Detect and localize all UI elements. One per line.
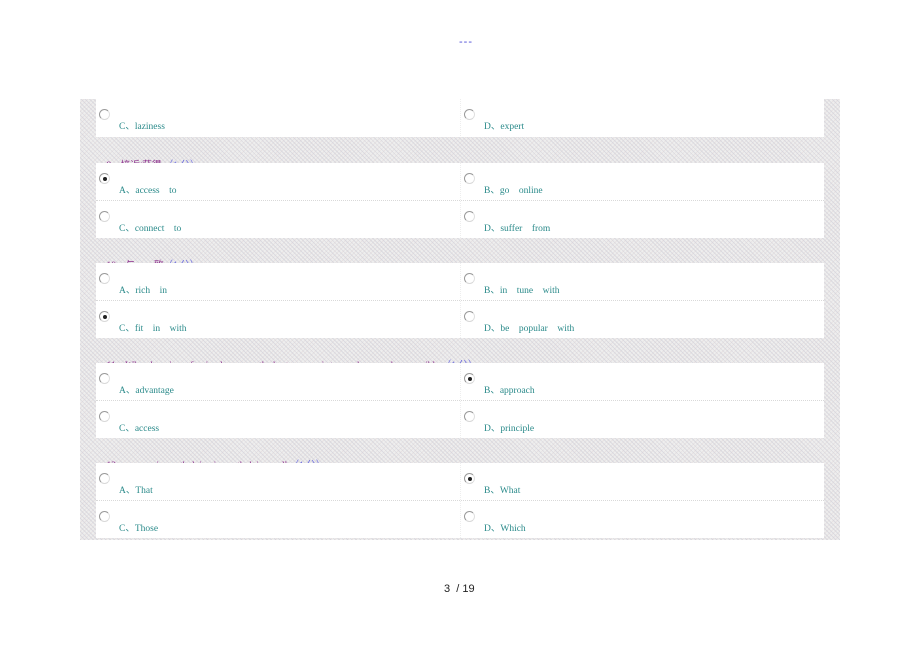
option-label: D、principle	[484, 424, 535, 434]
option-d[interactable]: D、Which	[460, 501, 825, 538]
option-row: A、rich in B、in tune with	[96, 263, 824, 300]
quiz-panel: C、laziness D、expert 9、接近/获得 （1 分） A、acce…	[80, 99, 840, 540]
option-b[interactable]: B、go online	[460, 163, 825, 200]
radio-button[interactable]	[99, 511, 110, 522]
option-label: D、Which	[484, 524, 526, 534]
radio-button[interactable]	[464, 411, 475, 422]
option-row: C、connect to D、suffer from	[96, 200, 824, 238]
option-row: A、advantage B、approach	[96, 363, 824, 400]
option-label: C、access	[119, 424, 160, 434]
option-d[interactable]: D、principle	[460, 401, 825, 438]
option-row: C、fit in with D、be popular with	[96, 300, 824, 338]
option-label: A、access to	[119, 186, 177, 196]
page-header-mark: ---	[459, 36, 473, 48]
question-10-options: A、rich in B、in tune with C、fit in with D…	[96, 263, 824, 338]
option-a[interactable]: A、advantage	[96, 363, 460, 400]
question-11-options: A、advantage B、approach C、access D、princi…	[96, 363, 824, 438]
option-row: C、access D、principle	[96, 400, 824, 438]
option-b[interactable]: B、approach	[460, 363, 825, 400]
radio-button[interactable]	[464, 109, 475, 120]
radio-button[interactable]	[99, 211, 110, 222]
radio-button-checked[interactable]	[99, 173, 110, 184]
radio-button[interactable]	[99, 273, 110, 284]
radio-button-checked[interactable]	[464, 373, 475, 384]
radio-button[interactable]	[99, 473, 110, 484]
question-9-options: A、access to B、go online C、connect to D、s…	[96, 163, 824, 238]
option-a[interactable]: A、rich in	[96, 263, 460, 300]
option-c[interactable]: C、laziness	[96, 99, 460, 136]
option-label: B、What	[484, 486, 521, 496]
option-label: C、fit in with	[119, 324, 187, 334]
radio-button[interactable]	[464, 511, 475, 522]
radio-button-checked[interactable]	[99, 311, 110, 322]
option-c[interactable]: C、access	[96, 401, 460, 438]
option-c[interactable]: C、fit in with	[96, 301, 460, 338]
option-row: A、That B、What	[96, 463, 824, 500]
option-row: C、laziness D、expert	[96, 99, 824, 136]
radio-button[interactable]	[99, 109, 110, 120]
option-row: C、Those D、Which	[96, 500, 824, 538]
option-label: A、That	[119, 486, 153, 496]
question-12-options: A、That B、What C、Those D、Which	[96, 463, 824, 538]
radio-button[interactable]	[464, 311, 475, 322]
option-label: D、be popular with	[484, 324, 575, 334]
option-d[interactable]: D、suffer from	[460, 201, 825, 238]
option-label: B、approach	[484, 386, 535, 396]
option-label: C、laziness	[119, 122, 165, 132]
option-label: C、connect to	[119, 224, 182, 234]
radio-button[interactable]	[99, 373, 110, 384]
option-label: B、go online	[484, 186, 543, 196]
option-label: B、in tune with	[484, 286, 560, 296]
radio-button[interactable]	[464, 173, 475, 184]
radio-button[interactable]	[99, 411, 110, 422]
radio-button-checked[interactable]	[464, 473, 475, 484]
option-a[interactable]: A、That	[96, 463, 460, 500]
option-b[interactable]: B、What	[460, 463, 825, 500]
option-label: A、advantage	[119, 386, 174, 396]
question-8-options: C、laziness D、expert	[96, 99, 824, 137]
option-d[interactable]: D、be popular with	[460, 301, 825, 338]
option-row: A、access to B、go online	[96, 163, 824, 200]
option-label: D、suffer from	[484, 224, 551, 234]
page-number: 3 / 19	[444, 583, 475, 595]
option-c[interactable]: C、connect to	[96, 201, 460, 238]
option-label: A、rich in	[119, 286, 168, 296]
option-a[interactable]: A、access to	[96, 163, 460, 200]
radio-button[interactable]	[464, 273, 475, 284]
radio-button[interactable]	[464, 211, 475, 222]
option-label: C、Those	[119, 524, 159, 534]
option-label: D、expert	[484, 122, 525, 132]
option-c[interactable]: C、Those	[96, 501, 460, 538]
option-b[interactable]: B、in tune with	[460, 263, 825, 300]
option-d[interactable]: D、expert	[460, 99, 825, 136]
